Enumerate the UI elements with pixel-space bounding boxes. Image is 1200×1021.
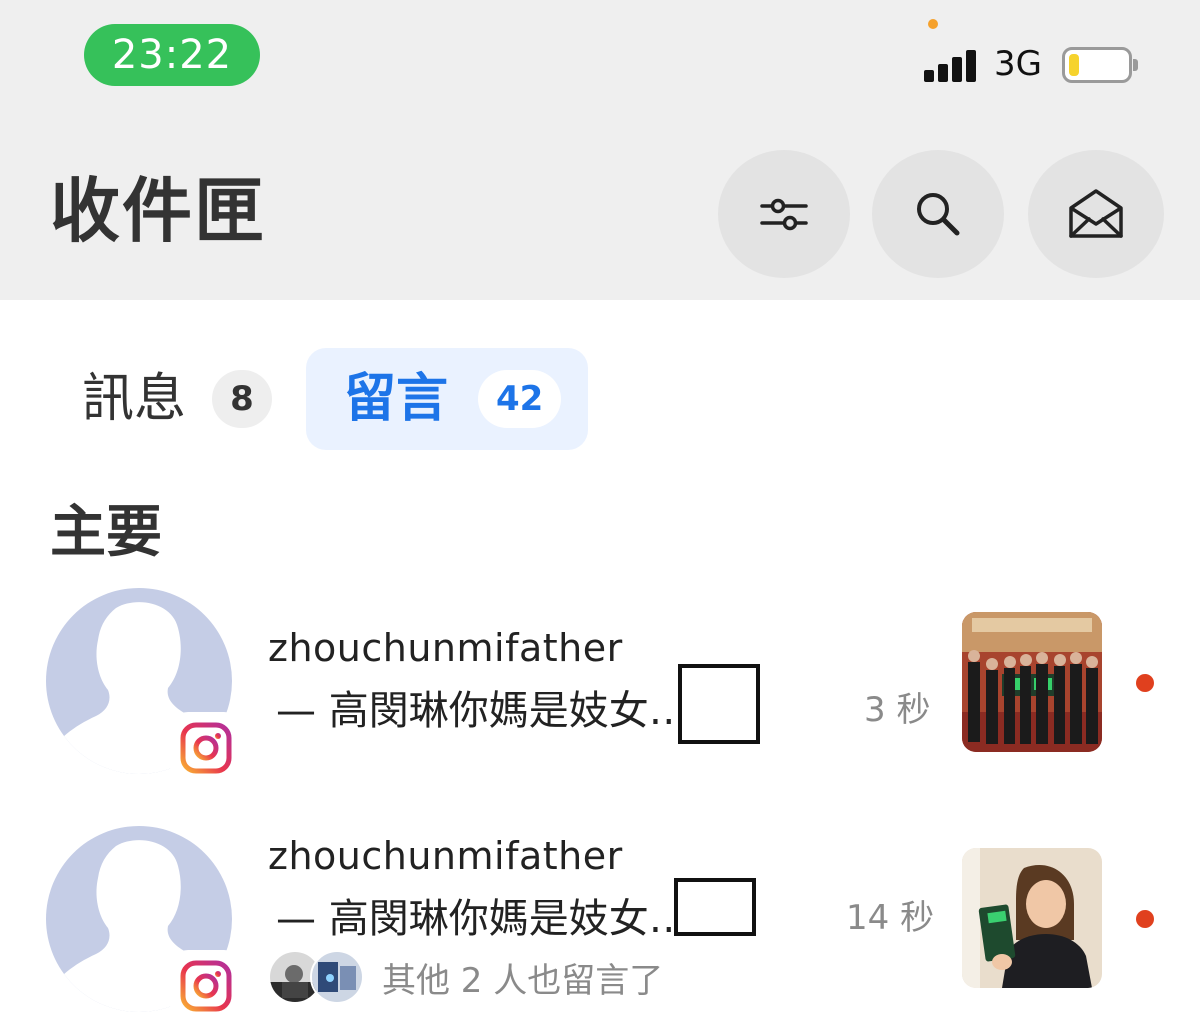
section-title-primary: 主要	[50, 500, 162, 565]
post-thumbnail[interactable]	[962, 848, 1102, 988]
tab-messages-count-badge: 8	[212, 370, 273, 428]
commenter-photo-image	[312, 952, 362, 1002]
filter-button[interactable]	[718, 150, 850, 278]
network-type: 3G	[994, 44, 1042, 84]
tab-comments[interactable]: 留言 42	[306, 348, 588, 450]
signal-strength-icon	[924, 50, 978, 82]
post-thumbnail[interactable]	[962, 612, 1102, 752]
page-title: 收件匣	[50, 170, 266, 252]
comment-timestamp: 3 秒	[864, 690, 931, 730]
top-bar: 23:22 3G 收件匣	[0, 0, 1200, 300]
search-icon	[917, 193, 960, 236]
post-photo-group-image	[962, 612, 1102, 752]
instagram-icon	[180, 722, 232, 774]
unread-indicator-dot	[1136, 910, 1154, 928]
instagram-badge	[170, 712, 242, 784]
instagram-icon	[180, 960, 232, 1012]
instagram-badge	[170, 950, 242, 1021]
battery-level	[1069, 54, 1080, 76]
battery-cap	[1133, 59, 1138, 71]
redaction-box	[678, 664, 760, 744]
tab-comments-label: 留言	[344, 369, 449, 429]
comment-username: zhouchunmifather	[268, 834, 623, 878]
comment-username: zhouchunmifather	[268, 626, 623, 670]
unread-indicator-dot	[1136, 674, 1154, 692]
search-button[interactable]	[872, 150, 1004, 278]
tab-messages[interactable]: 訊息 8	[66, 348, 292, 450]
privacy-indicator-dot	[928, 19, 938, 29]
comment-row[interactable]: zhouchunmifather — 高閔琳你媽是妓女… 14 秒 其他 2 人…	[0, 824, 1200, 1021]
mini-avatar	[310, 950, 364, 1004]
status-time-pill: 23:22	[84, 24, 260, 86]
filter-sliders-icon	[760, 198, 808, 231]
other-commenters[interactable]: 其他 2 人也留言了	[268, 950, 663, 1004]
open-envelope-icon	[1069, 189, 1123, 238]
tab-comments-count-badge: 42	[478, 370, 562, 428]
comment-text: — 高閔琳你媽是妓女	[276, 688, 649, 734]
comment-timestamp: 14 秒	[846, 898, 935, 938]
redaction-box	[674, 878, 756, 936]
comment-text: — 高閔琳你媽是妓女	[276, 896, 649, 942]
post-photo-portrait-image	[962, 848, 1102, 988]
others-commented-text: 其他 2 人也留言了	[382, 960, 664, 1001]
comment-row[interactable]: zhouchunmifather — 高閔琳你媽是妓女… 3 秒	[0, 586, 1200, 786]
mark-as-read-button[interactable]	[1028, 150, 1164, 278]
battery-icon	[1062, 47, 1132, 83]
tab-messages-label: 訊息	[82, 369, 187, 429]
